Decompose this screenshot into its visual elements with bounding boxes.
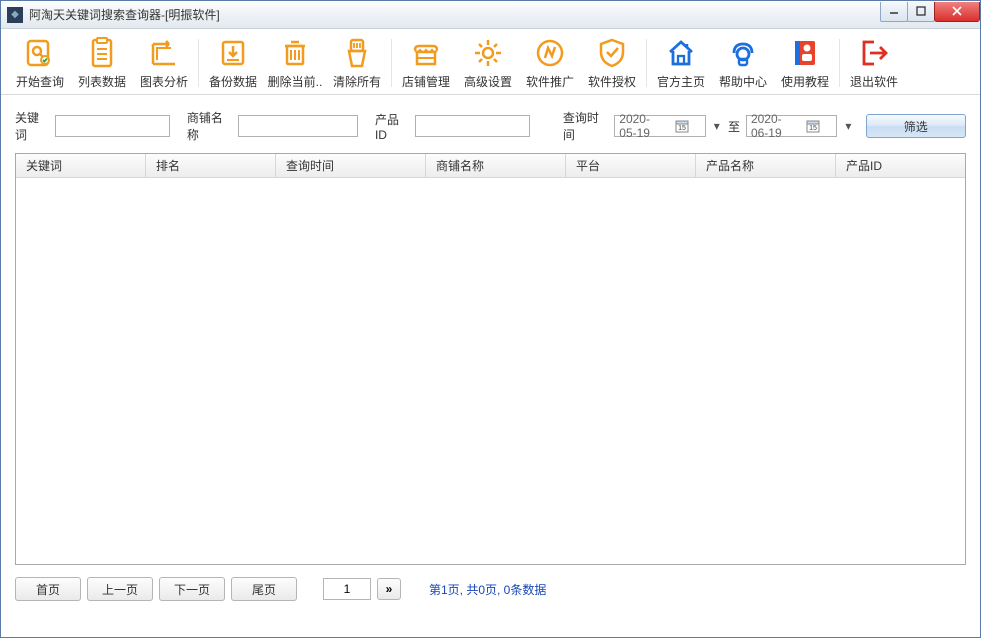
pid-label: 产品ID [375,111,409,142]
list-data-icon [85,36,119,70]
keyword-input[interactable] [55,115,170,137]
next-page-button[interactable]: 下一页 [159,577,225,601]
toolbar-label: 软件授权 [588,73,636,90]
shop-label: 商铺名称 [187,109,232,143]
promote-icon [533,36,567,70]
toolbar-exit[interactable]: 退出软件 [843,33,905,93]
column-header[interactable]: 关键词 [16,154,146,177]
exit-icon [857,36,891,70]
toolbar-adv-settings[interactable]: 高级设置 [457,33,519,93]
window-title: 阿淘天关键词搜索查询器-[明振软件] [29,6,881,23]
clear-all-icon [340,36,374,70]
toolbar-separator [839,39,840,87]
date-to-picker[interactable]: 2020-06-19 15 [746,115,837,137]
chevron-down-icon[interactable]: ▾ [843,117,853,135]
toolbar-start-query[interactable]: 开始查询 [9,33,71,93]
svg-text:15: 15 [678,125,686,132]
first-page-button[interactable]: 首页 [15,577,81,601]
minimize-button[interactable] [880,2,908,22]
pid-input[interactable] [415,115,530,137]
shop-manage-icon [409,36,443,70]
toolbar-chart-analysis[interactable]: 图表分析 [133,33,195,93]
toolbar-clear-all[interactable]: 清除所有 [326,33,388,93]
toolbar-license[interactable]: 软件授权 [581,33,643,93]
help-icon [726,36,760,70]
toolbar-label: 使用教程 [781,73,829,90]
toolbar-list-data[interactable]: 列表数据 [71,33,133,93]
tutorial-icon [788,36,822,70]
toolbar-label: 开始查询 [16,73,64,90]
page-input[interactable] [323,578,371,600]
date-from-picker[interactable]: 2020-05-19 15 [614,115,705,137]
chevron-down-icon[interactable]: ▾ [712,117,722,135]
time-label: 查询时间 [563,109,608,143]
toolbar-promote[interactable]: 软件推广 [519,33,581,93]
results-table: 关键词排名查询时间商铺名称平台产品名称产品ID [15,153,966,565]
svg-text:15: 15 [809,125,817,132]
filter-bar: 关键词 商铺名称 产品ID 查询时间 2020-05-19 15 ▾ 至 202… [1,109,980,143]
filter-button[interactable]: 筛选 [866,114,966,138]
toolbar-label: 店铺管理 [402,73,450,90]
calendar-icon: 15 [661,117,703,135]
toolbar-label: 图表分析 [140,73,188,90]
toolbar-label: 退出软件 [850,73,898,90]
toolbar: 开始查询列表数据图表分析 备份数据删除当前.. 清除所有 店铺管理高级设置软件推广软件… [1,29,980,95]
close-button[interactable] [934,2,980,22]
toolbar-homepage[interactable]: 官方主页 [650,33,712,93]
shop-input[interactable] [238,115,358,137]
prev-page-button[interactable]: 上一页 [87,577,153,601]
toolbar-label: 软件推广 [526,73,574,90]
toolbar-separator [198,39,199,87]
toolbar-label: 备份数据 [209,73,257,90]
column-header[interactable]: 产品ID [836,154,965,177]
chart-analysis-icon [147,36,181,70]
backup-data-icon [216,36,250,70]
toolbar-label: 高级设置 [464,73,512,90]
column-header[interactable]: 平台 [566,154,696,177]
maximize-button[interactable] [907,2,935,22]
toolbar-label: 帮助中心 [719,73,767,90]
last-page-button[interactable]: 尾页 [231,577,297,601]
go-button[interactable]: » [377,578,401,600]
keyword-label: 关键词 [15,109,49,143]
adv-settings-icon [471,36,505,70]
pager-info: 第1页, 共0页, 0条数据 [429,581,546,598]
toolbar-help[interactable]: 帮助中心 [712,33,774,93]
titlebar: ◆ 阿淘天关键词搜索查询器-[明振软件] [1,1,980,29]
table-header: 关键词排名查询时间商铺名称平台产品名称产品ID [16,154,965,178]
toolbar-tutorial[interactable]: 使用教程 [774,33,836,93]
toolbar-backup-data[interactable]: 备份数据 [202,33,264,93]
to-label: 至 [728,118,740,135]
column-header[interactable]: 产品名称 [696,154,836,177]
delete-current-icon [278,36,312,70]
toolbar-delete-current[interactable]: 删除当前.. [264,33,326,93]
pager: 首页 上一页 下一页 尾页 » 第1页, 共0页, 0条数据 [1,571,980,607]
license-icon [595,36,629,70]
column-header[interactable]: 商铺名称 [426,154,566,177]
toolbar-separator [646,39,647,87]
column-header[interactable]: 查询时间 [276,154,426,177]
calendar-icon: 15 [793,117,835,135]
toolbar-separator [391,39,392,87]
column-header[interactable]: 排名 [146,154,276,177]
date-to-value: 2020-06-19 [751,112,793,140]
toolbar-label: 官方主页 [657,73,705,90]
date-from-value: 2020-05-19 [619,112,661,140]
toolbar-label: 清除所有 [333,73,381,90]
app-icon: ◆ [7,7,23,23]
window-controls [881,2,980,22]
homepage-icon [664,36,698,70]
start-query-icon [23,36,57,70]
toolbar-label: 列表数据 [78,73,126,90]
toolbar-label: 删除当前.. [268,73,323,90]
toolbar-shop-manage[interactable]: 店铺管理 [395,33,457,93]
